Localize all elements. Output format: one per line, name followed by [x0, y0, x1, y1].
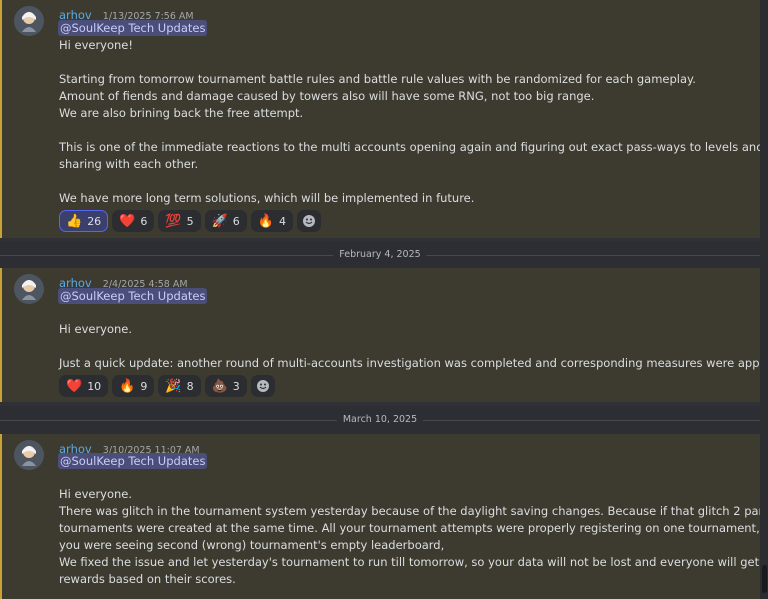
scrollbar[interactable]	[760, 0, 768, 599]
reaction-thumbs-up[interactable]: 👍 26	[59, 210, 109, 232]
thumbs-up-icon: 👍	[66, 213, 83, 229]
poop-icon: 💩	[211, 378, 228, 394]
message-line: Hi everyone!	[59, 38, 133, 52]
message-line: We are also brining back the free attemp…	[59, 106, 304, 120]
fire-icon: 🔥	[257, 213, 274, 229]
role-mention[interactable]: @SoulKeep Tech Updates	[58, 20, 208, 36]
add-reaction-button[interactable]	[296, 210, 321, 232]
reaction-count: 3	[232, 379, 240, 393]
message-header: arhov 1/13/2025 7:56 AM	[59, 4, 194, 22]
reaction-count: 6	[140, 214, 148, 228]
reaction-count: 6	[232, 214, 240, 228]
message-line: rewards based on their scores.	[59, 572, 236, 586]
message-line: We have more long term solutions, which …	[59, 191, 475, 205]
reaction-count: 10	[87, 379, 102, 393]
smiley-add-reaction-icon	[302, 215, 315, 227]
avatar[interactable]	[14, 6, 44, 36]
heart-icon: ❤️	[66, 378, 83, 394]
reaction-party[interactable]: 🎉 8	[158, 375, 201, 397]
reaction-heart[interactable]: ❤️ 10	[59, 375, 109, 397]
reaction-heart[interactable]: ❤️ 6	[112, 210, 155, 232]
heart-icon: ❤️	[119, 213, 136, 229]
reaction-poop[interactable]: 💩 3	[204, 375, 247, 397]
reaction-count: 4	[278, 214, 286, 228]
party-popper-icon: 🎉	[165, 378, 182, 394]
reaction-count: 5	[186, 214, 194, 228]
message-line: sharing with each other.	[59, 157, 199, 171]
avatar[interactable]	[14, 274, 44, 304]
hundred-points-icon: 💯	[165, 213, 182, 229]
message-header: arhov 2/4/2025 4:58 AM	[59, 272, 188, 290]
role-mention[interactable]: @SoulKeep Tech Updates	[58, 453, 208, 469]
message: arhov 3/10/2025 11:07 AM @SoulKeep Tech …	[0, 434, 768, 599]
message-line: This is one of the immediate reactions t…	[59, 140, 764, 154]
smiley-add-reaction-icon	[256, 380, 269, 392]
message-line: We fixed the issue and let yesterday's t…	[59, 555, 768, 569]
message-line: Amount of fiends and damage caused by to…	[59, 89, 595, 103]
reaction-hundred[interactable]: 💯 5	[158, 210, 201, 232]
message-line: you were seeing second (wrong) tournamen…	[59, 538, 445, 552]
date-divider: March 10, 2025	[0, 406, 760, 434]
message-header: arhov 3/10/2025 11:07 AM	[59, 438, 200, 456]
message-line: Hi everyone.	[59, 487, 133, 501]
message-line: There was glitch in the tournament syste…	[59, 504, 768, 518]
reaction-count: 8	[186, 379, 194, 393]
scrollbar-thumb[interactable]	[762, 565, 767, 593]
reaction-bar: 👍 26 ❤️ 6 💯 5 🚀 6 🔥 4	[59, 210, 321, 232]
date-divider: February 4, 2025	[0, 241, 760, 269]
message: arhov 2/4/2025 4:58 AM @SoulKeep Tech Up…	[0, 268, 768, 402]
reaction-bar: ❤️ 10 🔥 9 🎉 8 💩 3	[59, 375, 275, 397]
reaction-fire[interactable]: 🔥 9	[112, 375, 155, 397]
role-mention[interactable]: @SoulKeep Tech Updates	[58, 288, 208, 304]
message-line: Just a quick update: another round of mu…	[59, 356, 768, 370]
message-line: tournaments were created at the same tim…	[59, 521, 768, 535]
divider-date: February 4, 2025	[333, 249, 427, 260]
message-line: Starting from tomorrow tournament battle…	[59, 72, 696, 86]
message-line: Hi everyone.	[59, 322, 133, 336]
reaction-count: 26	[87, 214, 102, 228]
reaction-count: 9	[140, 379, 148, 393]
message: arhov 1/13/2025 7:56 AM @SoulKeep Tech U…	[0, 0, 764, 238]
fire-icon: 🔥	[119, 378, 136, 394]
reaction-fire[interactable]: 🔥 4	[250, 210, 293, 232]
divider-date: March 10, 2025	[336, 414, 424, 425]
reaction-rocket[interactable]: 🚀 6	[204, 210, 247, 232]
rocket-icon: 🚀	[211, 213, 228, 229]
add-reaction-button[interactable]	[250, 375, 275, 397]
avatar[interactable]	[14, 440, 44, 470]
